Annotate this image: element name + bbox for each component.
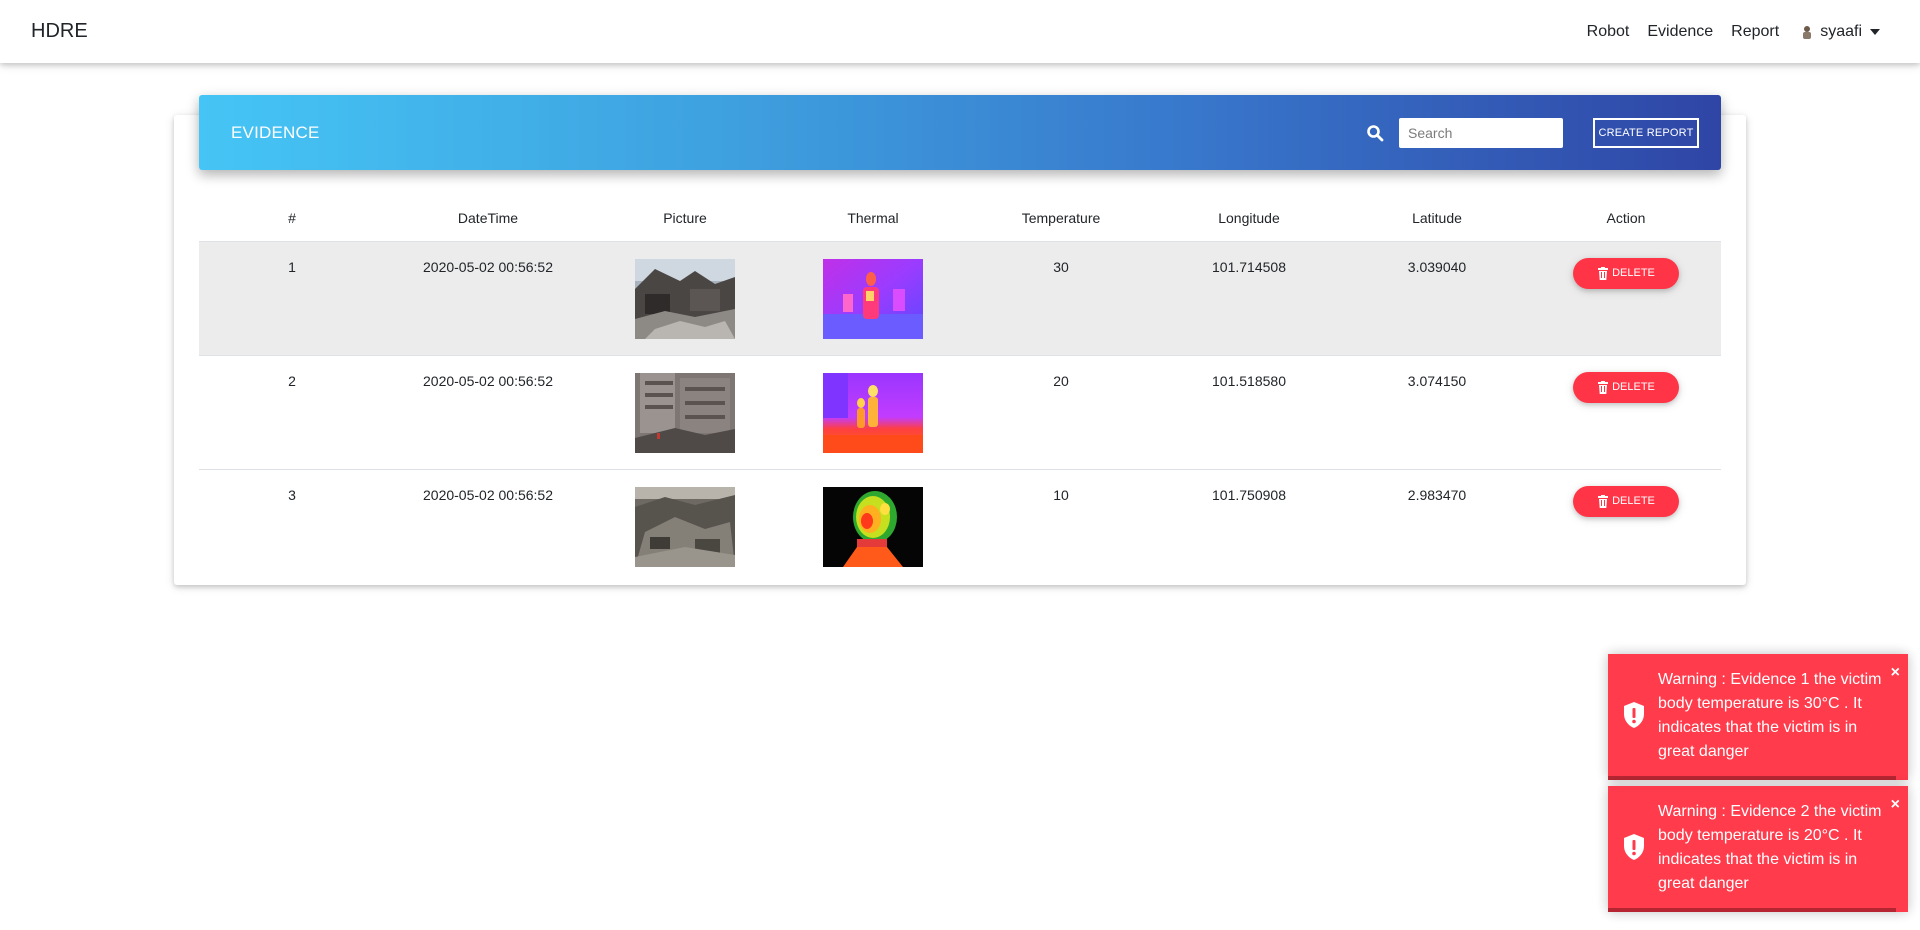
cell-datetime: 2020-05-02 00:56:52 (423, 486, 553, 503)
col-header-action: Action (1531, 195, 1721, 242)
cell-picture (591, 469, 779, 583)
cell-latitude: 3.039040 (1343, 241, 1531, 356)
col-header-thermal: Thermal (779, 195, 967, 242)
cell-thermal (779, 241, 967, 356)
user-avatar-icon (1803, 25, 1812, 39)
delete-button[interactable]: DELETE (1573, 371, 1679, 403)
cell-longitude: 101.714508 (1155, 241, 1343, 356)
toast-progress-bar (1608, 776, 1896, 780)
cell-datetime: 2020-05-02 00:56:52 (385, 241, 591, 356)
search-icon[interactable] (1366, 124, 1384, 142)
delete-button[interactable]: DELETE (1573, 257, 1679, 289)
shield-alert-icon (1624, 834, 1644, 860)
cell-datetime: 2020-05-02 00:56:52 (385, 355, 591, 470)
col-header-datetime: DateTime (385, 195, 591, 242)
warning-toast[interactable]: Warning : Evidence 1 the victim body tem… (1608, 654, 1908, 780)
cell-longitude: 101.518580 (1155, 355, 1343, 470)
nav-link-evidence[interactable]: Evidence (1638, 23, 1722, 41)
toast-message: Warning : Evidence 1 the victim body tem… (1658, 671, 1882, 760)
warning-toast[interactable]: Warning : Evidence 2 the victim body tem… (1608, 786, 1908, 912)
cell-picture (591, 241, 779, 356)
cell-number: 1 (199, 241, 385, 356)
close-icon[interactable]: × (1891, 664, 1900, 682)
delete-button[interactable]: DELETE (1573, 485, 1679, 517)
cell-temperature: 30 (967, 241, 1155, 356)
evidence-photo[interactable] (635, 258, 735, 339)
create-report-button[interactable]: CREATE REPORT (1593, 117, 1699, 148)
user-name: syaafi (1820, 22, 1862, 40)
chevron-down-icon (1870, 29, 1880, 35)
nav-menu: Robot Evidence Report syaafi (1578, 23, 1889, 41)
nav-link-report[interactable]: Report (1722, 23, 1788, 41)
cell-action: DELETE (1531, 241, 1721, 356)
delete-label: DELETE (1612, 267, 1655, 279)
col-header-temperature: Temperature (967, 195, 1155, 242)
cell-latitude: 2.983470 (1407, 486, 1467, 503)
nav-link-robot[interactable]: Robot (1578, 23, 1639, 41)
trash-icon (1598, 494, 1609, 508)
user-dropdown[interactable]: syaafi (1788, 23, 1889, 41)
col-header-latitude: Latitude (1343, 195, 1531, 242)
trash-icon (1598, 380, 1609, 394)
table-row: 1 2020-05-02 00:56:52 30 101.714508 3.03… (199, 241, 1721, 356)
cell-temperature: 10 (1053, 486, 1069, 503)
top-navbar: HDRE Robot Evidence Report syaafi (0, 0, 1920, 63)
card-title: EVIDENCE (231, 122, 320, 142)
cell-number: 2 (199, 355, 385, 470)
cell-longitude: 101.750908 (1212, 486, 1286, 503)
close-icon[interactable]: × (1891, 796, 1900, 814)
evidence-photo[interactable] (635, 372, 735, 453)
search-input[interactable] (1399, 117, 1563, 148)
delete-label: DELETE (1612, 495, 1655, 507)
table-row: 2 2020-05-02 00:56:52 20 101.518580 3.07… (199, 355, 1721, 470)
cell-temperature: 20 (967, 355, 1155, 470)
header-actions: CREATE REPORT (1366, 117, 1699, 148)
cell-action: DELETE (1531, 469, 1721, 583)
cell-picture (591, 355, 779, 470)
col-header-longitude: Longitude (1155, 195, 1343, 242)
cell-thermal (779, 469, 967, 583)
table-row: 3 2020-05-02 00:56:52 10 101.750908 2.98… (199, 469, 1721, 583)
cell-number: 3 (288, 486, 296, 503)
brand-logo[interactable]: HDRE (31, 20, 88, 43)
thermal-image[interactable] (823, 486, 923, 567)
card-header: EVIDENCE CREATE REPORT (199, 95, 1721, 170)
col-header-number: # (199, 195, 385, 242)
toast-progress-bar (1608, 908, 1896, 912)
cell-action: DELETE (1531, 355, 1721, 470)
delete-label: DELETE (1612, 381, 1655, 393)
col-header-picture: Picture (591, 195, 779, 242)
cell-thermal (779, 355, 967, 470)
evidence-table: # DateTime Picture Thermal Temperature L… (199, 195, 1721, 583)
toast-message: Warning : Evidence 2 the victim body tem… (1658, 803, 1882, 892)
thermal-image[interactable] (823, 372, 923, 453)
evidence-photo[interactable] (635, 486, 735, 567)
trash-icon (1598, 266, 1609, 280)
table-header-row: # DateTime Picture Thermal Temperature L… (199, 195, 1721, 242)
cell-latitude: 3.074150 (1343, 355, 1531, 470)
shield-alert-icon (1624, 702, 1644, 728)
thermal-image[interactable] (823, 258, 923, 339)
